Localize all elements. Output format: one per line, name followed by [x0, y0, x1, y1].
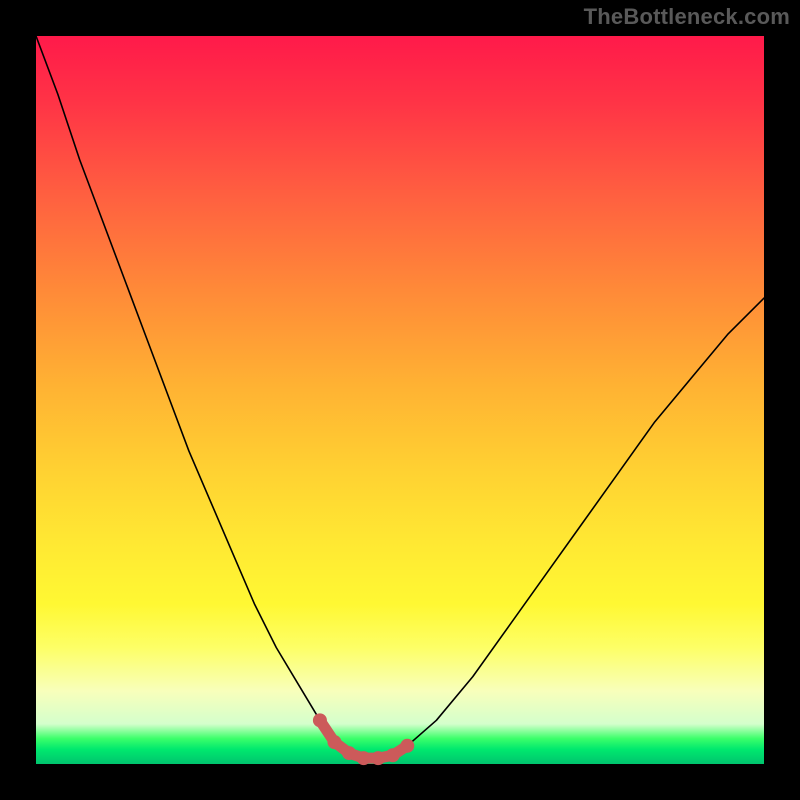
optimal-range-dot — [327, 735, 341, 749]
bottleneck-curve — [36, 36, 764, 758]
optimal-range-dot — [342, 746, 356, 760]
chart-frame: TheBottleneck.com — [0, 0, 800, 800]
optimal-range-dot — [313, 713, 327, 727]
optimal-range-dot — [357, 751, 371, 765]
optimal-range-markers — [313, 713, 414, 765]
chart-svg — [36, 36, 764, 764]
attribution-label: TheBottleneck.com — [584, 4, 790, 30]
plot-area — [36, 36, 764, 764]
optimal-range-dot — [371, 751, 385, 765]
optimal-range-dot — [400, 739, 414, 753]
optimal-range-dot — [386, 748, 400, 762]
